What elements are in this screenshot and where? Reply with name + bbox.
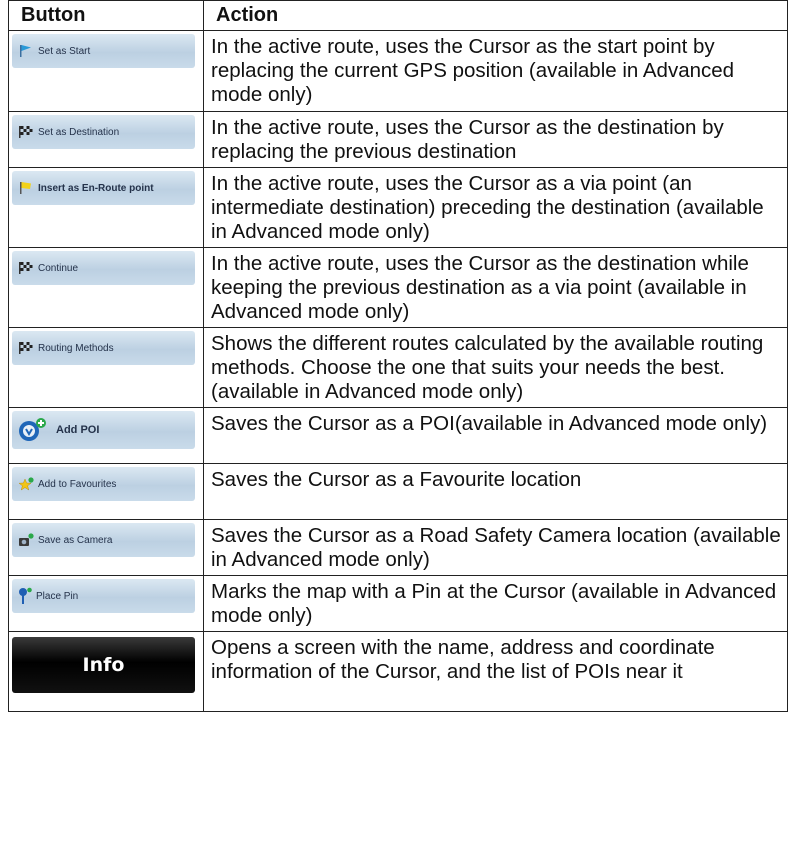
table-row: Save as Camera Saves the Cursor as a Roa… bbox=[8, 519, 788, 576]
table-row: Continue In the active route, uses the C… bbox=[8, 247, 788, 328]
action-text: Marks the map with a Pin at the Cursor (… bbox=[203, 575, 788, 632]
button-label: Save as Camera bbox=[38, 534, 113, 546]
action-text: In the active route, uses the Cursor as … bbox=[203, 30, 788, 112]
set-as-start-button[interactable]: Set as Start bbox=[12, 34, 195, 68]
yellow-flag-icon bbox=[18, 181, 34, 195]
table-header-row: Button Action bbox=[8, 0, 788, 31]
add-poi-icon bbox=[18, 417, 48, 443]
button-action-table: Button Action Set as Start In the active… bbox=[8, 0, 788, 712]
button-label: Insert as En-Route point bbox=[38, 182, 154, 194]
checkered-flag-icon bbox=[18, 125, 34, 139]
button-label: Set as Start bbox=[38, 45, 91, 57]
table-row: Set as Destination In the active route, … bbox=[8, 111, 788, 168]
header-action: Action bbox=[203, 0, 788, 31]
place-pin-button[interactable]: Place Pin bbox=[12, 579, 195, 613]
header-button: Button bbox=[8, 0, 204, 31]
info-button[interactable]: Info bbox=[12, 637, 195, 693]
add-to-favourites-button[interactable]: Add to Favourites bbox=[12, 467, 195, 501]
pin-icon bbox=[18, 587, 32, 605]
button-label: Continue bbox=[38, 262, 79, 274]
action-text: Saves the Cursor as a POI(available in A… bbox=[203, 407, 788, 464]
camera-add-icon bbox=[18, 533, 34, 547]
checkered-flag-icon bbox=[18, 261, 34, 275]
button-label: Routing Methods bbox=[38, 342, 114, 354]
routing-methods-button[interactable]: Routing Methods bbox=[12, 331, 195, 365]
start-flag-icon bbox=[18, 44, 34, 58]
action-text: In the active route, uses the Cursor as … bbox=[203, 111, 788, 168]
action-text: Saves the Cursor as a Road Safety Camera… bbox=[203, 519, 788, 576]
action-text: Saves the Cursor as a Favourite location bbox=[203, 463, 788, 520]
continue-button[interactable]: Continue bbox=[12, 251, 195, 285]
table-row: Set as Start In the active route, uses t… bbox=[8, 30, 788, 112]
action-text: Shows the different routes calculated by… bbox=[203, 327, 788, 408]
button-label: Place Pin bbox=[36, 590, 79, 602]
set-as-destination-button[interactable]: Set as Destination bbox=[12, 115, 195, 149]
button-label: Add POI bbox=[56, 424, 100, 436]
button-label: Add to Favourites bbox=[38, 478, 117, 490]
table-row: Routing Methods Shows the different rout… bbox=[8, 327, 788, 408]
add-poi-button[interactable]: Add POI bbox=[12, 411, 195, 449]
table-row: Add POI Saves the Cursor as a POI(availa… bbox=[8, 407, 788, 464]
checkered-flag-icon bbox=[18, 341, 34, 355]
action-text: In the active route, uses the Cursor as … bbox=[203, 247, 788, 328]
add-favourite-star-icon bbox=[18, 477, 34, 491]
action-text: Opens a screen with the name, address an… bbox=[203, 631, 788, 712]
table-row: Insert as En-Route point In the active r… bbox=[8, 167, 788, 248]
button-label: Set as Destination bbox=[38, 126, 120, 138]
insert-en-route-point-button[interactable]: Insert as En-Route point bbox=[12, 171, 195, 205]
table-row: Add to Favourites Saves the Cursor as a … bbox=[8, 463, 788, 520]
save-as-camera-button[interactable]: Save as Camera bbox=[12, 523, 195, 557]
table-row: Place Pin Marks the map with a Pin at th… bbox=[8, 575, 788, 632]
table-row: Info Opens a screen with the name, addre… bbox=[8, 631, 788, 712]
action-text: In the active route, uses the Cursor as … bbox=[203, 167, 788, 248]
button-label: Info bbox=[82, 654, 125, 676]
